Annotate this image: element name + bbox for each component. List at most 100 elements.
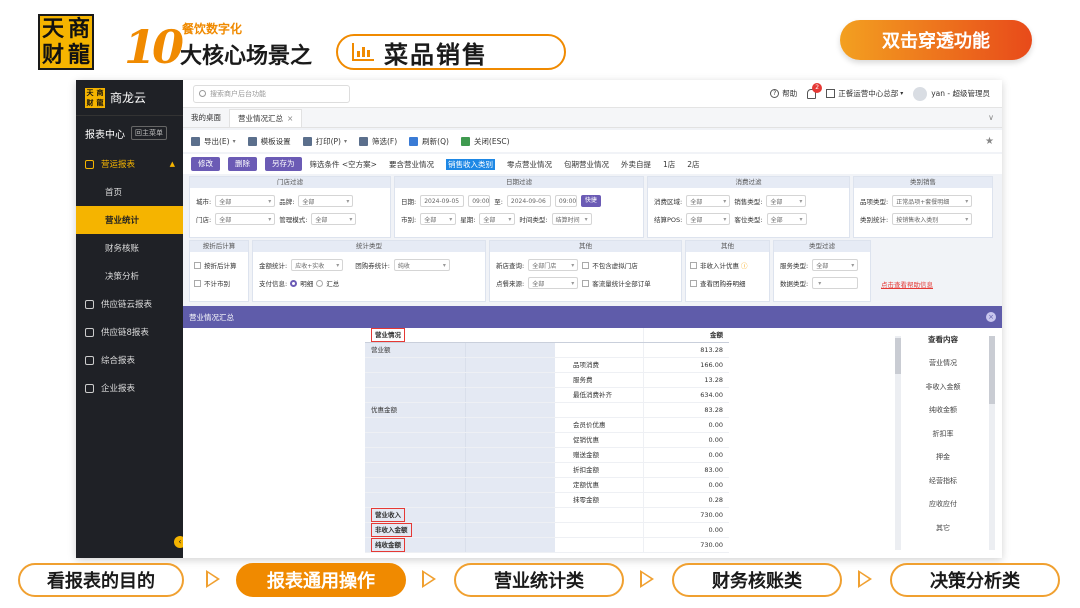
market-select[interactable]: 全部 <box>420 213 457 225</box>
sidebar-item-supply-8[interactable]: 供应链8报表 <box>76 318 183 346</box>
sidebar-item-enterprise[interactable]: 企业报表 <box>76 374 183 402</box>
table-row[interactable]: 服务费 13.28 <box>365 373 729 388</box>
scheme-item[interactable]: 筛选条件 <空方案> <box>310 159 377 170</box>
table-row[interactable]: 赠送金额 0.00 <box>365 448 729 463</box>
table-row[interactable]: 营业收入 730.00 <box>365 508 729 523</box>
sale-type-select[interactable]: 全部 <box>766 195 807 207</box>
time-from-input[interactable]: 09:00 <box>468 195 491 207</box>
order-source-select[interactable]: 全部 <box>528 277 579 289</box>
help-info-link[interactable]: 点击查看帮助信息 <box>881 272 933 291</box>
table-row[interactable]: 抹零金额 0.28 <box>365 493 729 508</box>
table-row[interactable]: 纯收金额 730.00 <box>365 538 729 553</box>
new-store-select[interactable]: 全部门店 <box>528 259 579 271</box>
date-to-input[interactable]: 2024-09-06 <box>506 195 551 207</box>
brand-select[interactable]: 全部 <box>298 195 354 207</box>
save-as-button[interactable]: 另存为 <box>265 157 302 171</box>
table-row[interactable]: 品项消费 166.00 <box>365 358 729 373</box>
nav-business-stats[interactable]: 营业统计类 <box>454 563 624 597</box>
export-button[interactable]: 导出(E) ▾ <box>191 136 236 147</box>
table-scrollbar[interactable] <box>895 336 901 550</box>
guest-type-select[interactable]: 全部 <box>766 213 807 225</box>
nav-decision[interactable]: 决策分析类 <box>890 563 1060 597</box>
item-type-select[interactable]: 正常品项+套餐明细 <box>892 195 973 207</box>
delete-button[interactable]: 删除 <box>228 157 257 171</box>
date-from-input[interactable]: 2024-09-05 <box>420 195 465 207</box>
time-type-select[interactable]: 结算时间 <box>551 213 592 225</box>
time-to-input[interactable]: 09:00 <box>554 195 577 207</box>
table-row[interactable]: 定额优惠 0.00 <box>365 478 729 493</box>
sidebar-item-home[interactable]: 首页 <box>76 178 183 206</box>
group-coupon-select[interactable]: 纯收 <box>393 259 450 271</box>
weekday-select[interactable]: 全部 <box>479 213 516 225</box>
detail-radio[interactable] <box>290 279 298 287</box>
star-icon[interactable]: ★ <box>985 136 994 147</box>
area-select[interactable]: 全部 <box>686 195 731 207</box>
tab-desktop[interactable]: 我的桌面 <box>183 109 229 127</box>
table-row[interactable]: 营业额 813.28 <box>365 343 729 358</box>
view-list-item[interactable]: 经营指标 <box>903 470 983 494</box>
scheme-item-selected[interactable]: 销售收入类别 <box>445 158 495 170</box>
table-row[interactable]: 非收入金额 0.00 <box>365 523 729 538</box>
view-group-coupon-checkbox[interactable] <box>690 279 697 287</box>
view-list-item[interactable]: 非收入金额 <box>903 376 983 400</box>
nav-purpose[interactable]: 看报表的目的 <box>18 563 184 597</box>
sidebar-item-decision[interactable]: 决策分析 <box>76 262 183 290</box>
view-list-item[interactable]: 其它 <box>903 517 983 541</box>
data-type-select[interactable] <box>812 277 859 289</box>
exclude-virtual-checkbox[interactable] <box>582 261 590 269</box>
sidebar-item-comprehensive[interactable]: 综合报表 <box>76 346 183 374</box>
modify-button[interactable]: 修改 <box>191 157 220 171</box>
tab-business-summary[interactable]: 营业情况汇总 × <box>229 109 303 127</box>
bell-icon[interactable]: 2 <box>807 82 823 99</box>
filter-button[interactable]: 筛选(F) <box>359 136 397 147</box>
city-select[interactable]: 全部 <box>215 195 276 207</box>
nav-finance[interactable]: 财务核账类 <box>672 563 842 597</box>
mgmt-mode-select[interactable]: 全部 <box>311 213 357 225</box>
table-row[interactable]: 最低消费补齐 634.00 <box>365 388 729 403</box>
quick-date-button[interactable]: 快捷 <box>580 195 601 207</box>
sidebar-item-business-stats[interactable]: 营业统计 <box>76 206 183 234</box>
non-income-checkbox[interactable] <box>690 261 697 269</box>
exclude-market-checkbox[interactable] <box>194 279 201 287</box>
sidebar-group-operations[interactable]: 营运报表 ▲ <box>76 150 183 178</box>
scheme-item[interactable]: 零点营业情况 <box>507 159 552 170</box>
scheme-item[interactable]: 要含营业情况 <box>389 159 434 170</box>
discount-calc-checkbox[interactable] <box>194 261 201 269</box>
scheme-item[interactable]: 包期营业情况 <box>564 159 609 170</box>
search-input[interactable]: 搜索商户后台功能 <box>193 84 350 103</box>
sidebar-item-finance[interactable]: 财务核账 <box>76 234 183 262</box>
table-row[interactable]: 促销优惠 0.00 <box>365 433 729 448</box>
sidebar-item-supply-cloud[interactable]: 供应链云报表 <box>76 290 183 318</box>
store-select[interactable]: 全部 <box>215 213 276 225</box>
view-list-item[interactable]: 押金 <box>903 446 983 470</box>
view-list-item[interactable]: 营业情况 <box>903 352 983 376</box>
help-link[interactable]: ? 帮助 <box>770 88 797 99</box>
template-button[interactable]: 模板设置 <box>247 136 291 147</box>
chevron-down-icon[interactable]: ∨ <box>988 109 994 127</box>
amount-stat-select[interactable]: 应收+实收 <box>291 259 344 271</box>
user-menu[interactable]: yan - 超级管理员 <box>913 86 990 101</box>
nav-common-operations[interactable]: 报表通用操作 <box>236 563 406 597</box>
scheme-item[interactable]: 2店 <box>687 159 699 170</box>
scheme-item[interactable]: 外卖自提 <box>621 159 651 170</box>
view-list-scrollbar[interactable] <box>989 336 995 550</box>
info-icon[interactable]: ⓘ <box>741 260 748 270</box>
summary-radio[interactable] <box>316 279 324 287</box>
refresh-button[interactable]: 刷新(Q) <box>409 136 449 147</box>
table-row[interactable]: 会员价优惠 0.00 <box>365 418 729 433</box>
service-type-select[interactable]: 全部 <box>812 259 859 271</box>
guest-stats-checkbox[interactable] <box>582 279 590 287</box>
view-list-item[interactable]: 折扣率 <box>903 423 983 447</box>
close-report-button[interactable]: 关闭(ESC) <box>460 136 510 147</box>
close-icon[interactable]: × <box>287 114 293 123</box>
pos-select[interactable]: 全部 <box>686 213 731 225</box>
org-selector[interactable]: 正餐运营中心总部 ▾ <box>826 88 903 99</box>
table-row[interactable]: 优惠金额 83.28 <box>365 403 729 418</box>
view-list-item[interactable]: 纯收金额 <box>903 399 983 423</box>
close-icon[interactable]: × <box>986 312 996 322</box>
scheme-item[interactable]: 1店 <box>663 159 675 170</box>
category-stat-select[interactable]: 按销售收入类别 <box>892 213 973 225</box>
back-to-main-button[interactable]: 回主菜单 <box>131 126 167 140</box>
table-row[interactable]: 折扣金额 83.00 <box>365 463 729 478</box>
print-button[interactable]: 打印(P) ▾ <box>302 136 347 147</box>
